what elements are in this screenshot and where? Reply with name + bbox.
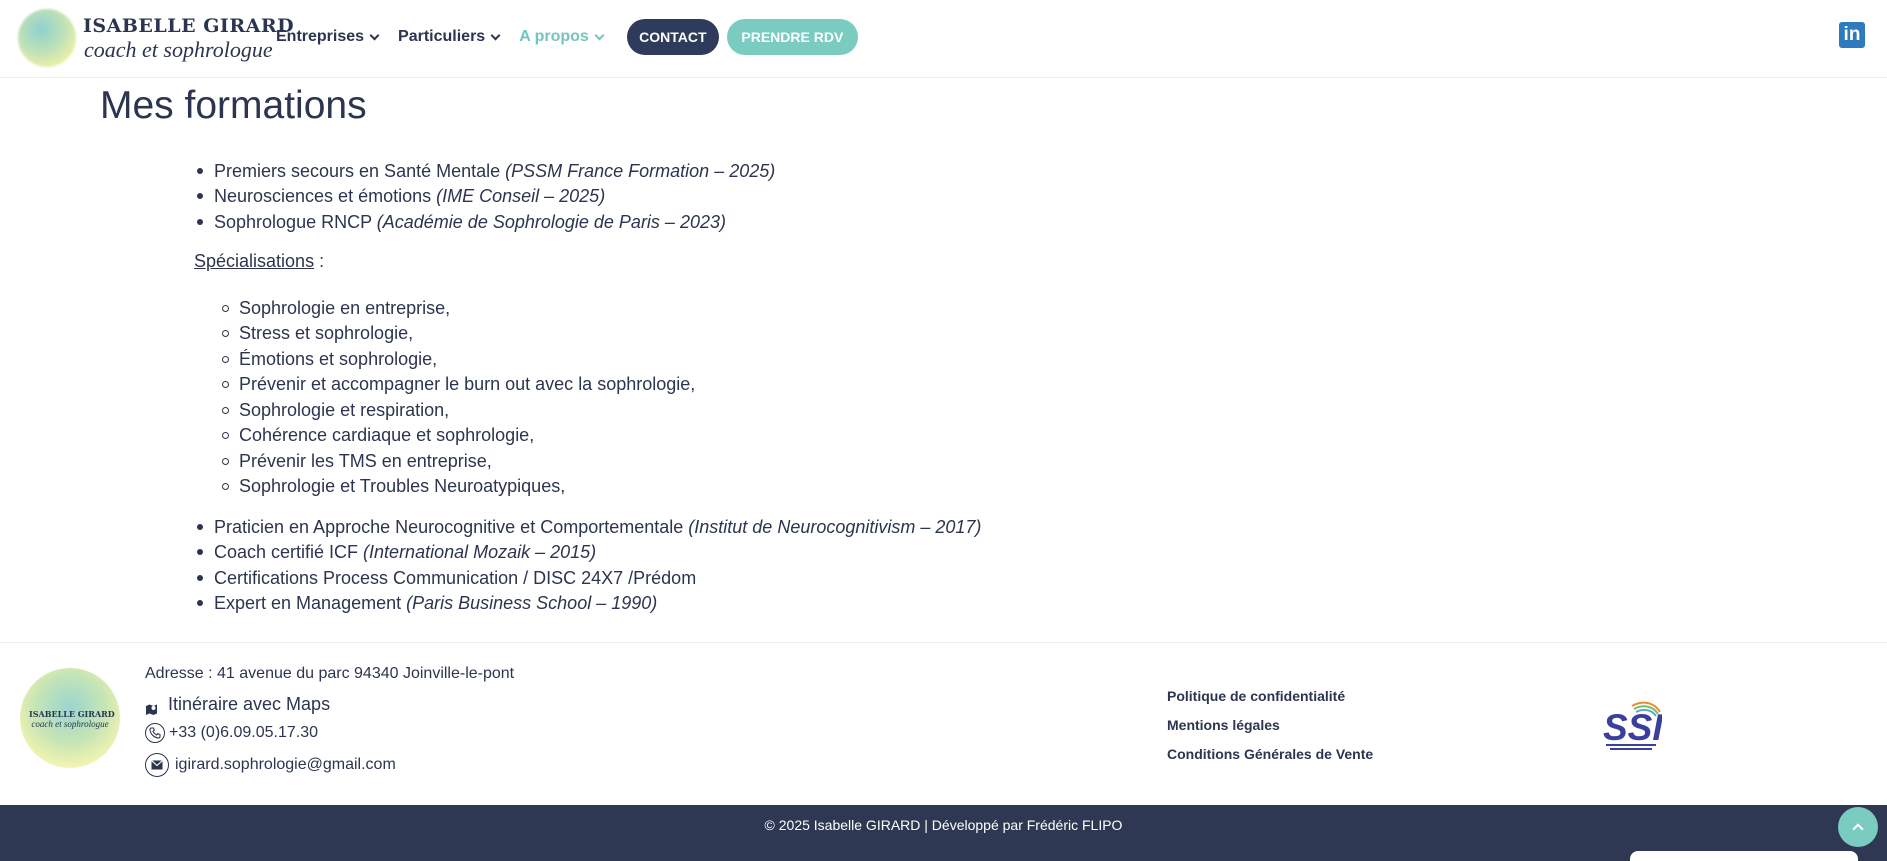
email-link[interactable]: igirard.sophrologie@gmail.com [145,753,396,777]
copyright-bar: © 2025 Isabelle GIRARD | Développé par F… [0,805,1887,861]
bullet [197,193,203,199]
legal-links: Politique de confidentialité Mentions lé… [1167,688,1373,775]
formation-name: Coach certifié ICF [214,542,364,562]
specialisations-label: Spécialisations [194,251,315,271]
footer-logo-subtitle: coach et sophrologue [31,719,109,729]
list-item: Sophrologie en entreprise, [222,297,451,319]
list-item: Stress et sophrologie, [222,322,414,344]
nav-item-label: Entreprises [276,28,365,45]
footer-logo[interactable]: ISABELLE GIRARD coach et sophrologue [20,668,120,768]
nav-item-label: A propos [519,28,589,45]
logo-subtitle: coach et sophrologue [84,37,273,62]
formation-name: Praticien en Approche Neurocognitive et … [214,517,689,537]
specialisation-text: Sophrologie et Troubles Neuroatypiques, [239,476,566,496]
bullet [197,600,203,606]
list-item: Émotions et sophrologie, [222,348,438,370]
list-item: Sophrologie et respiration, [222,399,450,421]
list-item: Sophrologie et Troubles Neuroatypiques, [222,475,566,497]
specialisations-suffix: : [314,251,325,271]
list-item: Certifications Process Communication / D… [197,567,697,589]
main-nav: Entreprises Particuliers A propos CONTAC… [276,0,866,74]
bullet [222,483,229,490]
email-address: igirard.sophrologie@gmail.com [175,756,396,773]
terms-of-sale-link[interactable]: Conditions Générales de Vente [1167,746,1373,775]
list-item: Coach certifié ICF (International Mozaik… [197,541,597,563]
bullet [197,219,203,225]
phone-icon [145,723,165,743]
list-item: Sophrologue RNCP (Académie de Sophrologi… [197,211,726,233]
maps-label: Itinéraire avec Maps [168,694,331,714]
scroll-to-top-button[interactable] [1838,807,1878,847]
maps-link[interactable]: Itinéraire avec Maps [145,694,330,715]
specialisation-text: Prévenir et accompagner le burn out avec… [239,374,696,394]
nav-item-particuliers[interactable]: Particuliers [398,28,501,46]
specialisations-heading: Spécialisations : [194,251,324,272]
formation-detail: (Académie de Sophrologie de Paris – 2023… [376,212,726,232]
contact-button[interactable]: CONTACT [626,19,719,55]
bullet [222,458,229,465]
formation-detail: (IME Conseil – 2025) [436,186,606,206]
copyright-text: © 2025 Isabelle GIRARD | Développé par F… [764,817,1123,833]
formation-name: Certifications Process Communication / D… [214,568,697,588]
linkedin-icon[interactable]: in [1839,22,1865,48]
list-item: Prévenir les TMS en entreprise, [222,450,492,472]
chevron-down-icon [490,30,501,40]
formation-name: Expert en Management [214,593,407,613]
formation-name: Neurosciences et émotions [214,186,437,206]
nav-item-entreprises[interactable]: Entreprises [276,28,380,46]
bullet [197,168,203,174]
chevron-down-icon [594,30,605,40]
footer-logo-name: ISABELLE GIRARD [29,709,115,719]
map-icon [145,699,158,715]
site-footer: ISABELLE GIRARD coach et sophrologue Adr… [0,642,1887,805]
list-item: Expert en Management (Paris Business Sch… [197,592,658,614]
site-header: ISABELLE GIRARD coach et sophrologue Ent… [0,0,1887,78]
legal-notice-link[interactable]: Mentions légales [1167,717,1373,746]
chevron-up-icon [1852,823,1864,835]
book-appointment-button[interactable]: PRENDRE RDV [726,19,858,55]
nav-item-a-propos[interactable]: A propos [519,28,605,46]
list-item: Prévenir et accompagner le burn out avec… [222,373,696,395]
footer-address: Adresse : 41 avenue du parc 94340 Joinvi… [145,665,515,682]
bullet [197,575,203,581]
formation-detail: (International Mozaik – 2015) [363,542,597,562]
bullet [222,330,229,337]
page-title: Mes formations [100,84,367,127]
bullet [197,524,203,530]
ssi-logo: SSI [1602,698,1663,752]
bullet [222,356,229,363]
privacy-policy-link[interactable]: Politique de confidentialité [1167,688,1373,717]
specialisation-text: Prévenir les TMS en entreprise, [239,451,492,471]
formation-detail: (Institut de Neurocognitivism – 2017) [688,517,982,537]
chevron-down-icon [369,30,380,40]
floating-widget-tab[interactable] [1630,851,1858,861]
list-item: Cohérence cardiaque et sophrologie, [222,424,535,446]
bullet [222,432,229,439]
specialisation-text: Cohérence cardiaque et sophrologie, [239,425,535,445]
specialisation-text: Stress et sophrologie, [239,323,414,343]
phone-link[interactable]: +33 (0)6.09.05.17.30 [145,723,318,743]
formation-name: Premiers secours en Santé Mentale [214,161,506,181]
nav-item-label: Particuliers [398,28,486,45]
bullet [197,549,203,555]
list-item: Premiers secours en Santé Mentale (PSSM … [197,160,776,182]
bullet [222,305,229,312]
specialisation-text: Émotions et sophrologie, [239,349,438,369]
specialisation-text: Sophrologie et respiration, [239,400,450,420]
phone-number: +33 (0)6.09.05.17.30 [169,724,319,741]
list-item: Praticien en Approche Neurocognitive et … [197,516,982,538]
list-item: Neurosciences et émotions (IME Conseil –… [197,185,606,207]
specialisation-text: Sophrologie en entreprise, [239,298,451,318]
logo-orb [18,9,76,67]
formation-detail: (Paris Business School – 1990) [406,593,658,613]
bullet [222,407,229,414]
mail-icon [145,753,169,777]
ssi-text: SSI [1603,707,1662,748]
bullet [222,381,229,388]
formation-detail: (PSSM France Formation – 2025) [505,161,776,181]
formation-name: Sophrologue RNCP [214,212,377,232]
logo-name: ISABELLE GIRARD [83,15,295,37]
site-logo[interactable]: ISABELLE GIRARD coach et sophrologue [18,9,294,67]
